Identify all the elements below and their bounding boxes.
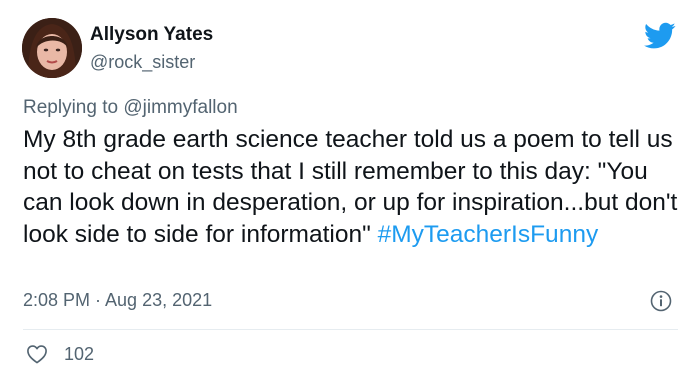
replying-to-label: Replying to: [23, 97, 124, 118]
replying-to: Replying to @jimmyfallon: [23, 97, 238, 119]
avatar[interactable]: [22, 18, 82, 78]
tweet-card: Allyson Yates @rock_sister Replying to @…: [0, 0, 700, 380]
tweet-timestamp[interactable]: 2:08 PM · Aug 23, 2021: [23, 290, 212, 311]
divider: [23, 329, 678, 330]
display-name[interactable]: Allyson Yates: [90, 24, 213, 46]
like-count: 102: [64, 343, 95, 364]
avatar-image: [22, 18, 82, 78]
heart-icon: [27, 345, 47, 364]
like-button[interactable]: 102: [26, 342, 94, 366]
user-handle[interactable]: @rock_sister: [90, 52, 195, 73]
twitter-bird-icon[interactable]: [644, 22, 676, 50]
reply-mention-link[interactable]: @jimmyfallon: [123, 97, 237, 118]
tweet-text: My 8th grade earth science teacher told …: [23, 124, 683, 250]
hashtag-link[interactable]: #MyTeacherIsFunny: [378, 221, 599, 248]
info-icon[interactable]: [650, 290, 672, 312]
